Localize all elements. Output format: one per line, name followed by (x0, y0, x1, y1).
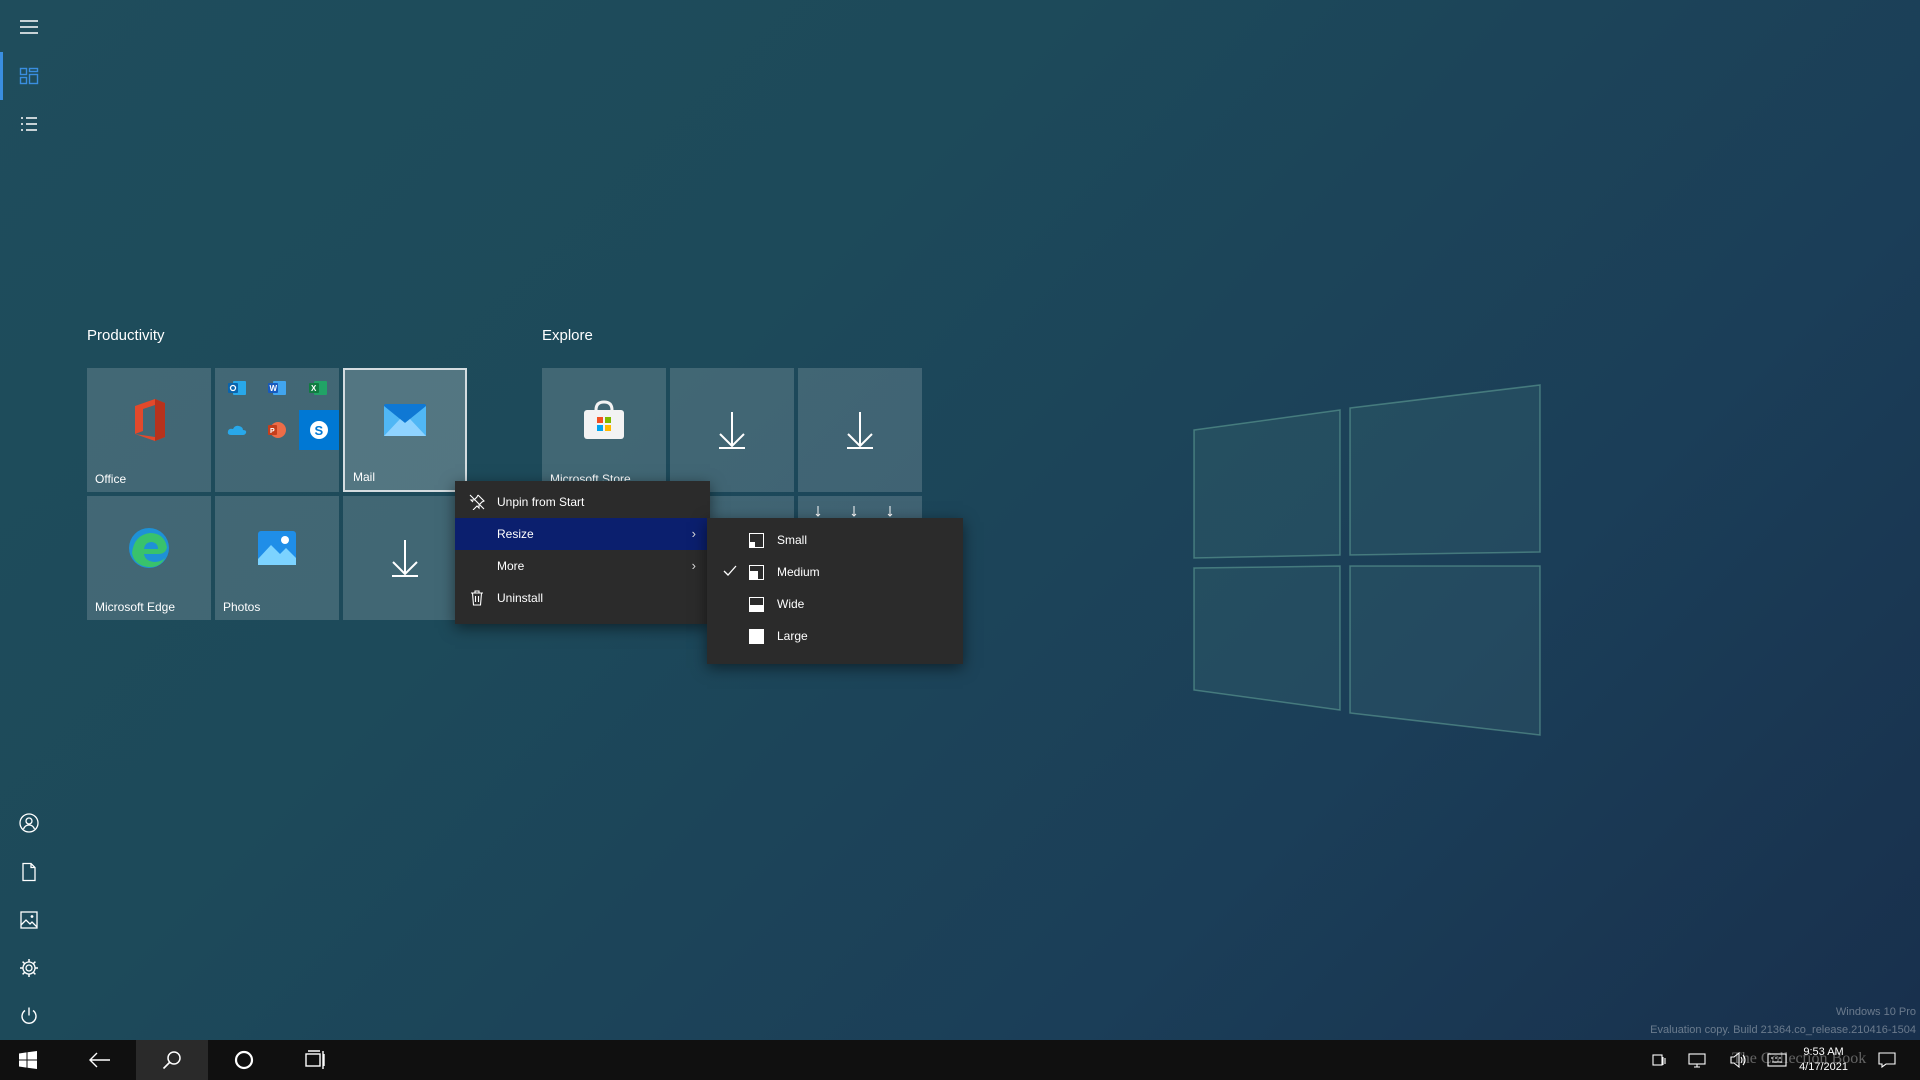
task-view-icon (305, 1050, 325, 1069)
tile-label: Mail (353, 470, 376, 484)
download-arrow-icon (847, 412, 873, 449)
unpin-icon (469, 494, 485, 510)
start-left-rail (0, 0, 58, 1040)
powerpoint-icon: P (267, 420, 287, 440)
onedrive-icon (227, 420, 247, 440)
menu-item-more[interactable]: More › (455, 550, 710, 582)
download-arrows-small-icon (815, 506, 893, 517)
tile-context-menu: Unpin from Start Resize › More › Uninsta… (455, 481, 710, 624)
tile-office[interactable]: Office (87, 368, 211, 492)
start-button[interactable] (0, 1040, 56, 1080)
skype-icon: S (299, 410, 339, 450)
brand-watermark: The Collection Book (1732, 1050, 1867, 1067)
menu-icon (20, 20, 38, 34)
trash-icon (469, 590, 485, 606)
tile-pending-download[interactable] (798, 368, 922, 492)
documents-button[interactable] (0, 848, 58, 896)
edge-icon (129, 528, 169, 568)
store-icon (584, 400, 624, 439)
size-wide-icon (749, 597, 764, 612)
cortana-circle-icon (234, 1050, 254, 1070)
settings-button[interactable] (0, 944, 58, 992)
group-title-productivity[interactable]: Productivity (87, 327, 165, 344)
outlook-icon (227, 378, 247, 398)
network-icon[interactable] (1686, 1050, 1708, 1070)
windows-wallpaper-logo (1193, 384, 1541, 736)
svg-text:P: P (270, 428, 275, 435)
documents-icon (22, 862, 36, 882)
download-arrow-icon (392, 540, 418, 577)
search-icon (162, 1051, 181, 1070)
tile-label: Microsoft Edge (95, 600, 176, 614)
all-apps-list-icon (21, 117, 37, 131)
mail-icon (384, 404, 426, 436)
resize-submenu: Small Medium Wide Large (707, 518, 963, 664)
pinned-tiles-button[interactable] (0, 52, 58, 100)
all-apps-button[interactable] (0, 100, 58, 148)
chevron-right-icon: › (691, 558, 696, 573)
people-icon[interactable] (1648, 1050, 1670, 1070)
tile-pending-download-partial[interactable] (798, 496, 922, 518)
task-view-button[interactable] (280, 1040, 352, 1080)
word-icon: W (267, 378, 287, 398)
size-large-icon (749, 629, 764, 644)
tile-mail[interactable]: Mail (343, 368, 467, 492)
size-small-icon (749, 533, 764, 548)
group-title-explore[interactable]: Explore (542, 327, 593, 344)
os-version-watermark: Windows 10 Pro (1835, 1006, 1916, 1018)
cortana-button[interactable] (208, 1040, 280, 1080)
resize-option-medium[interactable]: Medium (707, 556, 963, 588)
user-account-icon (19, 813, 39, 833)
tile-office-apps-folder[interactable]: W X P S (215, 368, 339, 492)
svg-text:S: S (315, 423, 324, 438)
menu-item-resize[interactable]: Resize › (455, 518, 710, 550)
resize-option-wide[interactable]: Wide (707, 588, 963, 620)
tile-edge[interactable]: Microsoft Edge (87, 496, 211, 620)
back-arrow-icon (89, 1052, 110, 1068)
resize-option-large[interactable]: Large (707, 620, 963, 652)
back-button[interactable] (64, 1040, 136, 1080)
excel-icon: X (308, 378, 328, 398)
download-arrow-icon (719, 412, 745, 449)
pinned-tiles-icon (19, 67, 39, 85)
checkmark-icon (723, 565, 737, 576)
tile-pending-download[interactable] (343, 496, 467, 620)
menu-item-uninstall[interactable]: Uninstall (455, 582, 710, 614)
size-medium-icon (749, 565, 764, 580)
office-icon (135, 399, 165, 441)
svg-text:X: X (311, 384, 317, 393)
taskbar: 9:53 AM 4/17/2021 The Collection Book (0, 1040, 1920, 1080)
pictures-button[interactable] (0, 896, 58, 944)
menu-item-unpin[interactable]: Unpin from Start (455, 486, 710, 518)
expand-menu-button[interactable] (0, 3, 58, 51)
power-icon (21, 1007, 37, 1024)
tile-label: Office (95, 472, 127, 486)
tile-photos[interactable]: Photos (215, 496, 339, 620)
power-button[interactable] (0, 992, 58, 1040)
tile-label: Photos (223, 600, 261, 614)
build-watermark: Evaluation copy. Build 21364.co_release.… (1650, 1024, 1916, 1036)
action-center-icon[interactable] (1876, 1050, 1898, 1070)
user-account-button[interactable] (0, 799, 58, 847)
photos-icon (258, 531, 296, 565)
chevron-right-icon: › (691, 526, 696, 541)
svg-text:W: W (270, 384, 278, 393)
windows-logo-icon (19, 1051, 37, 1069)
tile-pending-download[interactable] (670, 368, 794, 492)
tile-microsoft-store[interactable]: Microsoft Store (542, 368, 666, 492)
pictures-icon (20, 911, 38, 929)
settings-gear-icon (20, 959, 38, 977)
resize-option-small[interactable]: Small (707, 524, 963, 556)
search-button[interactable] (136, 1040, 208, 1080)
